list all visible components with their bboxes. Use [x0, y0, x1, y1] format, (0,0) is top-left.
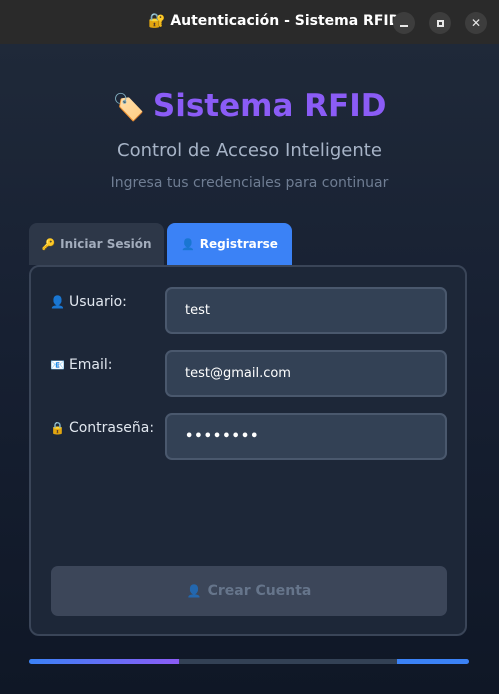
user-icon: 👤 — [181, 237, 195, 251]
maximize-button[interactable] — [429, 12, 451, 34]
app-title-text: Sistema RFID — [152, 88, 387, 124]
email-field[interactable]: test@gmail.com — [165, 350, 447, 397]
progress-fill-end — [397, 659, 469, 664]
username-label: 👤 Usuario: — [50, 294, 127, 310]
tab-register[interactable]: 👤 Registrarse — [167, 223, 292, 265]
window-titlebar: 🔐 Autenticación - Sistema RFID ✕ — [0, 0, 499, 44]
lock-icon: 🔐 — [148, 13, 166, 29]
envelope-icon: 📧 — [50, 358, 65, 372]
password-label: 🔒 Contraseña: — [50, 420, 154, 436]
password-field[interactable]: •••••••• — [165, 413, 447, 460]
create-account-label: Crear Cuenta — [207, 583, 312, 599]
create-account-button[interactable]: 👤 Crear Cuenta — [51, 566, 447, 616]
app-subtitle: Control de Acceso Inteligente — [117, 140, 382, 161]
progress-bar — [29, 659, 469, 664]
user-icon: 👤 — [50, 295, 65, 309]
tag-icon: 🏷️ — [112, 93, 145, 123]
progress-fill — [29, 659, 179, 664]
tab-login-label: Iniciar Sesión — [60, 237, 152, 251]
maximize-icon — [436, 19, 444, 27]
minimize-button[interactable] — [393, 12, 415, 34]
key-icon: 🔑 — [41, 237, 56, 251]
tab-register-label: Registrarse — [199, 237, 278, 251]
instruction-text: Ingresa tus credenciales para continuar — [110, 175, 389, 191]
minimize-icon — [400, 24, 408, 27]
password-label-text: Contraseña: — [68, 420, 155, 436]
close-icon: ✕ — [470, 16, 482, 30]
username-label-text: Usuario: — [68, 294, 127, 310]
username-field[interactable]: test — [165, 287, 447, 334]
window-title-text: Autenticación - Sistema RFID — [170, 13, 401, 29]
email-label: 📧 Email: — [50, 357, 113, 373]
app-title: 🏷️ Sistema RFID — [0, 88, 499, 124]
email-label-text: Email: — [68, 357, 113, 373]
tab-login[interactable]: 🔑 Iniciar Sesión — [29, 223, 164, 265]
window-title: 🔐 Autenticación - Sistema RFID — [148, 13, 400, 29]
user-icon: 👤 — [186, 584, 202, 598]
lock-icon: 🔒 — [50, 421, 65, 435]
close-button[interactable]: ✕ — [465, 12, 487, 34]
auth-window-content: 🏷️ Sistema RFID Control de Acceso Intelig… — [0, 44, 499, 694]
